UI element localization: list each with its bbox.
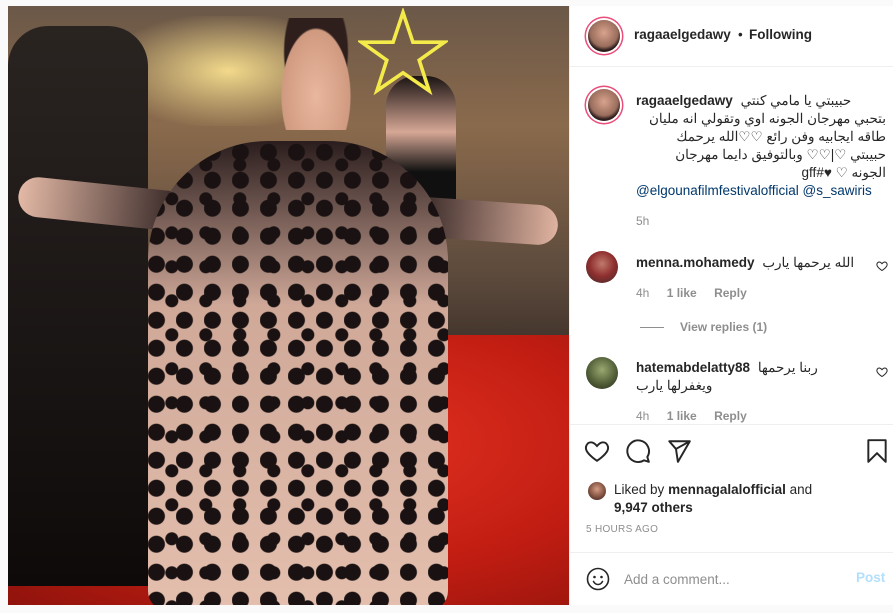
bookmark-icon[interactable] bbox=[864, 438, 890, 464]
comment-icon[interactable] bbox=[625, 438, 651, 464]
comment-username[interactable]: menna.mohamedy bbox=[636, 255, 755, 270]
comment-likes[interactable]: 1 like bbox=[667, 286, 697, 300]
caption-line-1: حبيبتي يا مامي كنتي bbox=[740, 93, 852, 108]
add-comment-bar: Post bbox=[570, 552, 893, 606]
comment-like-icon[interactable] bbox=[876, 260, 888, 272]
heart-icon[interactable] bbox=[584, 438, 610, 464]
comment-time[interactable]: 4h bbox=[636, 409, 649, 423]
post-header: ragaaelgedawy • Following bbox=[570, 6, 893, 67]
lace-dress bbox=[148, 141, 448, 605]
neon-star-icon bbox=[358, 8, 448, 96]
caption-timestamp[interactable]: 5h bbox=[636, 214, 649, 228]
caption-mentions[interactable]: @elgounafilmfestivalofficial @s_sawiris bbox=[636, 182, 886, 200]
caption-line-5: الجونه ♡ ♥#gff bbox=[801, 165, 886, 180]
comments-section[interactable]: ragaaelgedawy حبيبتي يا مامي كنتي بتحبي … bbox=[570, 67, 893, 423]
comment-text: menna.mohamedy الله يرحمها يارب bbox=[636, 254, 866, 272]
liked-by-prefix: Liked by bbox=[614, 482, 665, 497]
post-caption: ragaaelgedawy حبيبتي يا مامي كنتي بتحبي … bbox=[636, 92, 886, 200]
replies-divider bbox=[640, 327, 664, 329]
comment-time[interactable]: 4h bbox=[636, 286, 649, 300]
likes-others-link[interactable]: 9,947 others bbox=[614, 499, 693, 517]
comment-input[interactable] bbox=[624, 568, 844, 590]
view-replies-label: View replies (1) bbox=[680, 320, 768, 334]
author-avatar[interactable] bbox=[588, 20, 620, 52]
share-icon[interactable] bbox=[666, 438, 692, 464]
instagram-post-view: ragaaelgedawy • Following ragaaelgedawy … bbox=[0, 0, 893, 613]
comment-like-icon[interactable] bbox=[876, 366, 888, 378]
liker-avatar[interactable] bbox=[588, 482, 606, 500]
caption-avatar[interactable] bbox=[588, 89, 620, 121]
emoji-icon[interactable] bbox=[586, 567, 610, 591]
comment-likes[interactable]: 1 like bbox=[667, 409, 697, 423]
following-button[interactable]: Following bbox=[749, 27, 812, 42]
liked-by-and: and bbox=[789, 482, 813, 497]
liked-by-line: Liked by mennagalalofficial and bbox=[614, 481, 812, 499]
comment-avatar[interactable] bbox=[586, 251, 618, 283]
comment-username[interactable]: hatemabdelatty88 bbox=[636, 360, 750, 375]
comment-text: hatemabdelatty88 ربنا يرحمها ويغفرلها يا… bbox=[636, 359, 866, 395]
reply-button[interactable]: Reply bbox=[714, 409, 747, 423]
caption-line-4: حبيبتي ♡|♡♡ وبالتوفيق دايما مهرجان bbox=[675, 147, 886, 162]
comment-meta: 4h 1 like Reply bbox=[636, 286, 761, 300]
caption-line-3: طاقه ايجابيه وفن رائع ♡♡الله يرحمك bbox=[676, 129, 886, 144]
comment-meta: 4h 1 like Reply bbox=[636, 409, 761, 423]
caption-username[interactable]: ragaaelgedawy bbox=[636, 93, 733, 108]
post-actions-bar bbox=[570, 424, 893, 475]
header-separator: • bbox=[738, 27, 743, 42]
view-replies-button[interactable]: View replies (1) bbox=[640, 320, 767, 334]
man-figure bbox=[8, 26, 148, 586]
author-username[interactable]: ragaaelgedawy bbox=[634, 27, 731, 42]
reply-button[interactable]: Reply bbox=[714, 286, 747, 300]
post-side-panel: ragaaelgedawy • Following ragaaelgedawy … bbox=[569, 6, 893, 605]
liker-username[interactable]: mennagalalofficial bbox=[668, 482, 786, 497]
post-timestamp[interactable]: 5 HOURS AGO bbox=[586, 524, 658, 535]
woman-head bbox=[276, 18, 356, 130]
post-comment-button[interactable]: Post bbox=[856, 570, 885, 585]
comment-body: الله يرحمها يارب bbox=[762, 255, 855, 270]
caption-line-2: بتحبي مهرجان الجونه اوي وتقولي انه مليان bbox=[648, 111, 886, 126]
comment-avatar[interactable] bbox=[586, 357, 618, 389]
post-photo[interactable] bbox=[8, 6, 569, 605]
